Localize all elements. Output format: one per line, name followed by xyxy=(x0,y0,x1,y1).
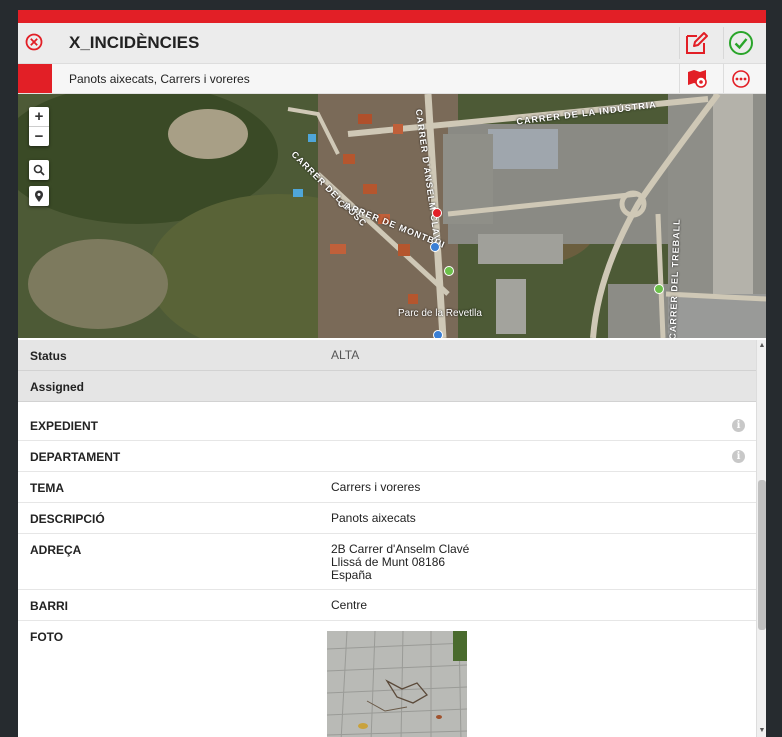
subtitle-bar: Panots aixecats, Carrers i voreres xyxy=(18,64,766,94)
info-icon[interactable]: i xyxy=(732,419,745,432)
assigned-label: Assigned xyxy=(30,380,85,394)
info-icon[interactable]: i xyxy=(732,450,745,463)
expedient-label: EXPEDIENT xyxy=(30,419,99,433)
scroll-thumb[interactable] xyxy=(758,480,766,630)
incident-marker[interactable] xyxy=(432,208,442,218)
address-line: Llissá de Munt 08186 xyxy=(331,555,446,569)
more-icon xyxy=(732,69,750,88)
foto-label: FOTO xyxy=(30,630,64,644)
page-title: X_INCIDÈNCIES xyxy=(69,33,200,52)
status-label: Status xyxy=(30,349,67,363)
incident-details: Status ALTA Assigned EXPEDIENT i DEPARTA… xyxy=(18,340,756,737)
status-flag xyxy=(18,64,52,93)
barri-label: BARRI xyxy=(30,599,68,613)
descripcio-row: DESCRIPCIÓ Panots aixecats xyxy=(18,503,756,534)
expedient-row: EXPEDIENT i xyxy=(18,410,756,441)
foto-row: FOTO xyxy=(18,621,756,737)
satellite-imagery xyxy=(18,94,766,338)
tema-label: TEMA xyxy=(30,481,64,495)
barri-row: BARRI Centre xyxy=(18,590,756,621)
search-icon xyxy=(33,164,45,176)
descripcio-label: DESCRIPCIÓ xyxy=(30,512,105,526)
adreca-label: ADREÇA xyxy=(30,543,82,557)
pavement-photo xyxy=(327,631,467,737)
incident-map[interactable]: + − CARRER DE LA INDÚSTRIA CARRER D'ANSE… xyxy=(18,94,766,338)
scroll-down-arrow[interactable]: ▼ xyxy=(758,727,766,735)
save-button[interactable] xyxy=(723,27,758,59)
close-icon xyxy=(25,33,43,51)
map-marker[interactable] xyxy=(654,284,664,294)
accent-bar xyxy=(18,10,766,23)
edit-button[interactable] xyxy=(679,27,714,59)
departament-label: DEPARTAMENT xyxy=(30,450,121,464)
check-icon xyxy=(729,31,753,55)
tema-value: Carrers i voreres xyxy=(331,480,421,494)
incident-subtitle: Panots aixecats, Carrers i voreres xyxy=(69,72,250,86)
address-line: España xyxy=(331,568,372,582)
map-marker-icon xyxy=(688,69,707,88)
zoom-out-button[interactable]: − xyxy=(29,126,49,146)
more-options-button[interactable] xyxy=(723,64,758,93)
map-search-button[interactable] xyxy=(29,160,49,180)
assigned-row: Assigned xyxy=(18,371,756,402)
zoom-in-button[interactable]: + xyxy=(29,107,49,126)
descripcio-value: Panots aixecats xyxy=(331,511,416,525)
incident-photo[interactable] xyxy=(327,631,467,737)
adreca-value: 2B Carrer d'Anselm Clavé Llissá de Munt … xyxy=(331,543,469,582)
status-value: ALTA xyxy=(331,348,360,362)
map-location-button[interactable] xyxy=(679,64,714,93)
adreca-row: ADREÇA 2B Carrer d'Anselm Clavé Llissá d… xyxy=(18,534,756,590)
map-marker[interactable] xyxy=(430,242,440,252)
details-scrollbar[interactable]: ▲ ▼ xyxy=(756,340,766,737)
map-marker[interactable] xyxy=(444,266,454,276)
incident-panel: X_INCIDÈNCIES Panots aixecats, Carrers i… xyxy=(18,10,766,737)
barri-value: Centre xyxy=(331,598,368,612)
title-bar: X_INCIDÈNCIES xyxy=(18,23,766,64)
map-marker[interactable] xyxy=(433,330,443,338)
park-label: Parc de la Revetlla xyxy=(398,308,482,319)
departament-row: DEPARTAMENT i xyxy=(18,441,756,472)
address-line: 2B Carrer d'Anselm Clavé xyxy=(331,542,470,556)
status-row: Status ALTA xyxy=(18,340,756,371)
edit-icon xyxy=(686,32,708,54)
location-pin-icon xyxy=(35,190,43,202)
zoom-control: + − xyxy=(29,107,49,146)
close-button[interactable] xyxy=(24,32,44,52)
tema-row: TEMA Carrers i voreres xyxy=(18,472,756,503)
locate-button[interactable] xyxy=(29,186,49,206)
scroll-up-arrow[interactable]: ▲ xyxy=(758,342,766,350)
